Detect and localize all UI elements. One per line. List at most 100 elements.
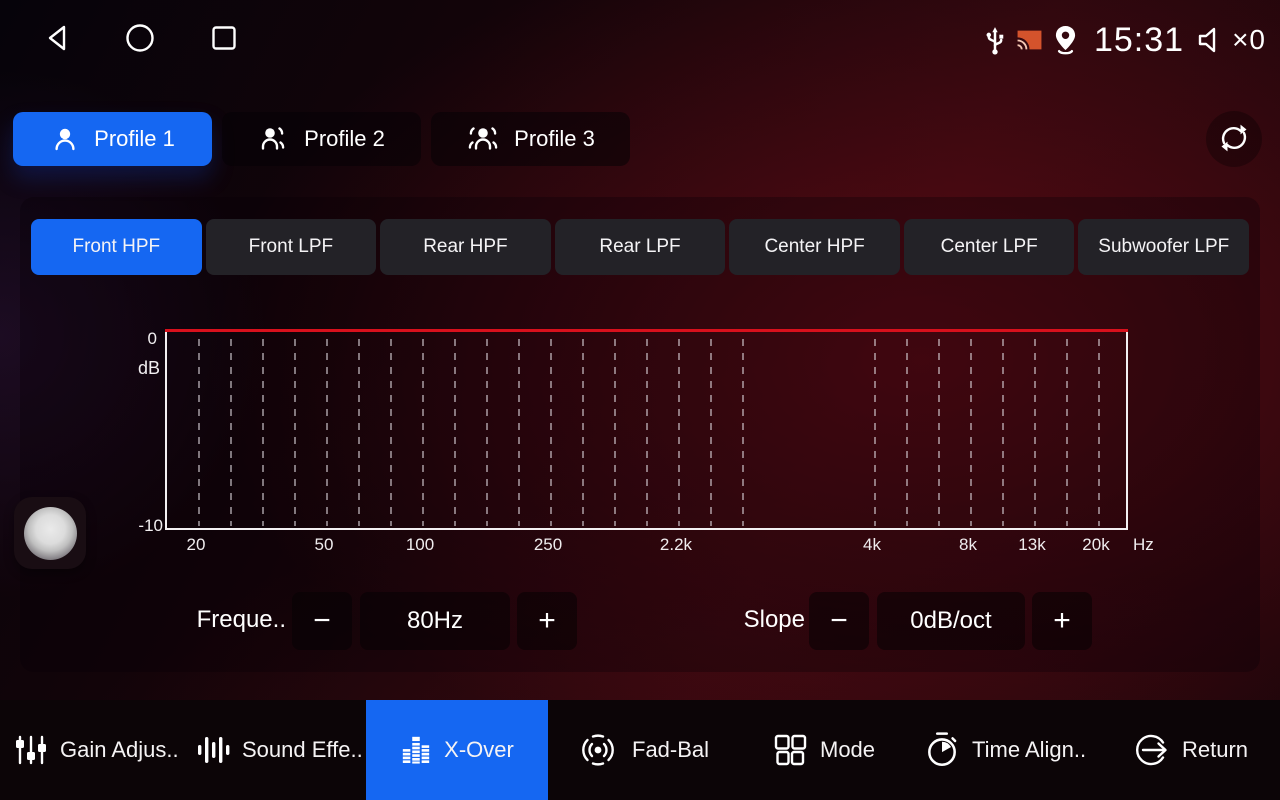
profile-label: Profile 1 — [94, 126, 175, 152]
response-curve — [165, 329, 1128, 332]
volume-muted-icon — [1197, 25, 1223, 55]
gain-sliders-icon — [14, 733, 48, 767]
nav-time-align[interactable]: Time Align.. — [924, 700, 1086, 800]
grid-line — [710, 339, 712, 526]
grid-line — [518, 339, 520, 526]
nav-label: Return — [1182, 737, 1248, 763]
slope-minus-button[interactable]: − — [809, 592, 869, 650]
volume-level: ×0 — [1232, 24, 1266, 56]
frequency-minus-button[interactable]: − — [292, 592, 352, 650]
tab-subwoofer-lpf[interactable]: Subwoofer LPF — [1078, 219, 1249, 275]
tab-rear-lpf[interactable]: Rear LPF — [555, 219, 726, 275]
return-arrow-icon — [1132, 732, 1170, 768]
user-icon — [50, 124, 80, 154]
profile-label: Profile 2 — [304, 126, 385, 152]
nav-label: Fad-Bal — [632, 737, 709, 763]
profile-tabs: Profile 1 Profile 2 Profile 3 — [13, 112, 630, 166]
x-tick-label: 2.2k — [660, 535, 692, 555]
grid-line — [390, 339, 392, 526]
x-tick-label: 20 — [187, 535, 206, 555]
x-tick-label: 50 — [315, 535, 334, 555]
nav-mode[interactable]: Mode — [772, 700, 875, 800]
floating-assist-button[interactable] — [14, 497, 86, 569]
android-home-button[interactable] — [122, 20, 158, 56]
status-icons: 15:31 ×0 — [983, 0, 1266, 80]
slope-label: Slope — [735, 606, 805, 634]
filter-tab-bar: Front HPF Front LPF Rear HPF Rear LPF Ce… — [31, 219, 1249, 275]
x-tick-label: 250 — [534, 535, 562, 555]
grid-line — [742, 339, 744, 526]
x-tick-label: 4k — [863, 535, 881, 555]
profile-1-button[interactable]: Profile 1 — [13, 112, 212, 166]
y-axis-bottom-label: -10 — [110, 516, 163, 536]
back-icon — [40, 20, 76, 56]
recents-square-icon — [206, 20, 242, 56]
profile-2-button[interactable]: Profile 2 — [222, 112, 421, 166]
grid-line — [906, 339, 908, 526]
tab-front-lpf[interactable]: Front LPF — [206, 219, 377, 275]
frequency-plus-button[interactable]: + — [517, 592, 577, 650]
waveform-icon — [196, 733, 230, 767]
grid-line — [678, 339, 680, 526]
grid-line — [1034, 339, 1036, 526]
nav-label: Mode — [820, 737, 875, 763]
refresh-icon — [1216, 121, 1252, 157]
nav-fad-bal[interactable]: Fad-Bal — [576, 700, 709, 800]
tab-center-lpf[interactable]: Center LPF — [904, 219, 1075, 275]
x-tick-labels: Hz 20501002502.2k4k8k13k20k — [165, 535, 1225, 559]
speaker-waves-icon — [576, 732, 620, 768]
grid-line — [230, 339, 232, 526]
grid-line — [454, 339, 456, 526]
reset-button[interactable] — [1206, 111, 1262, 167]
frequency-response-plot — [165, 330, 1128, 530]
grid-line — [550, 339, 552, 526]
tab-front-hpf[interactable]: Front HPF — [31, 219, 202, 275]
frequency-value: 80Hz — [360, 592, 510, 650]
clock: 15:31 — [1094, 21, 1184, 60]
frequency-label: Freque.. — [188, 606, 286, 634]
grid-line — [646, 339, 648, 526]
tab-rear-hpf[interactable]: Rear HPF — [380, 219, 551, 275]
y-axis-unit-label: dB — [114, 358, 160, 379]
nav-sound-effect[interactable]: Sound Effe.. — [196, 700, 363, 800]
y-axis-top-label: 0 — [120, 329, 157, 349]
grid-line — [1002, 339, 1004, 526]
nav-label: Sound Effe.. — [242, 737, 363, 763]
x-tick-label: 20k — [1082, 535, 1109, 555]
x-axis-unit-label: Hz — [1133, 535, 1154, 555]
grid-squares-icon — [772, 732, 808, 768]
nav-label: Time Align.. — [972, 737, 1086, 763]
nav-x-over[interactable]: X-Over — [366, 700, 548, 800]
grid-line — [970, 339, 972, 526]
grid-line — [422, 339, 424, 526]
android-back-button[interactable] — [40, 20, 76, 56]
usb-icon — [983, 25, 1007, 56]
cast-icon — [1016, 29, 1043, 52]
profile-3-button[interactable]: Profile 3 — [431, 112, 630, 166]
bottom-nav-bar: Gain Adjus.. Sound Effe.. — [0, 700, 1280, 800]
grid-line — [262, 339, 264, 526]
android-recents-button[interactable] — [206, 20, 242, 56]
slope-value: 0dB/oct — [877, 592, 1025, 650]
knob-ball — [24, 507, 77, 560]
grid-line — [358, 339, 360, 526]
grid-line — [614, 339, 616, 526]
x-tick-label: 13k — [1018, 535, 1045, 555]
status-bar: 15:31 ×0 — [0, 0, 1280, 80]
grid-line — [938, 339, 940, 526]
home-circle-icon — [122, 20, 158, 56]
location-icon — [1052, 24, 1079, 56]
equalizer-icon — [400, 734, 432, 766]
grid-line — [1066, 339, 1068, 526]
user-wave-icon — [258, 124, 290, 154]
tab-center-hpf[interactable]: Center HPF — [729, 219, 900, 275]
grid-line — [874, 339, 876, 526]
grid-line — [582, 339, 584, 526]
nav-gain-adjust[interactable]: Gain Adjus.. — [14, 700, 179, 800]
user-waves-icon — [466, 124, 500, 154]
slope-plus-button[interactable]: + — [1032, 592, 1092, 650]
x-tick-label: 100 — [406, 535, 434, 555]
nav-label: X-Over — [444, 737, 514, 763]
nav-return[interactable]: Return — [1132, 700, 1248, 800]
grid-line — [198, 339, 200, 526]
